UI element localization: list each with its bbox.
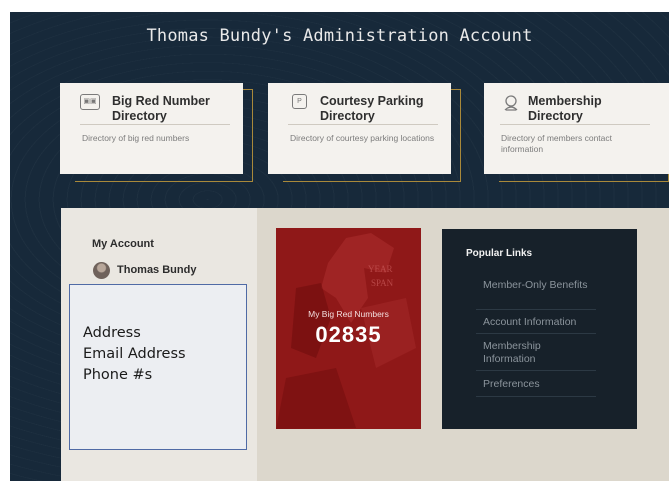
phone-label: Phone #s [83,367,153,383]
divider [80,124,230,125]
card-title[interactable]: Courtesy Parking Directory [320,94,445,124]
divider [288,124,438,125]
card-membership-directory[interactable]: Membership Directory Directory of member… [484,83,669,182]
parking-icon: P [292,94,307,109]
red-card-label: My Big Red Numbers [308,309,389,319]
divider [500,124,650,125]
address-label: Address [83,325,141,341]
link-account-information[interactable]: Account Information [483,316,593,329]
divider [476,370,596,371]
link-preferences[interactable]: Preferences [483,378,593,391]
link-member-only-benefits[interactable]: Member-Only Benefits [483,279,593,292]
avatar [93,262,110,279]
user-name[interactable]: Thomas Bundy [117,264,196,276]
contact-info-box: Address Email Address Phone #s [69,284,247,450]
card-big-red-number-directory[interactable]: ▣▣ Big Red Number Directory Directory of… [60,83,253,182]
email-address-label: Email Address [83,346,186,362]
member-icon [504,95,518,111]
number-card-icon: ▣▣ [80,94,100,110]
link-membership-information[interactable]: Membership Information [483,340,593,366]
divider [476,396,596,397]
popular-links-title: Popular Links [466,248,533,259]
card-title[interactable]: Big Red Number Directory [112,94,237,124]
svg-text:YEAR: YEAR [368,264,393,274]
card-title[interactable]: Membership Directory [528,94,653,124]
divider [476,309,596,310]
card-description: Directory of courtesy parking locations [290,133,435,143]
card-description: Directory of members contact information [501,133,613,154]
popular-links-panel [442,229,637,429]
card-courtesy-parking-directory[interactable]: P Courtesy Parking Directory Directory o… [268,83,461,182]
card-description: Directory of big red numbers [82,133,190,143]
red-number-value: 02835 [315,322,382,347]
divider [476,333,596,334]
my-account-heading: My Account [92,238,154,250]
svg-text:SPAN: SPAN [371,278,394,288]
page-title: Thomas Bundy's Administration Account [146,26,533,46]
